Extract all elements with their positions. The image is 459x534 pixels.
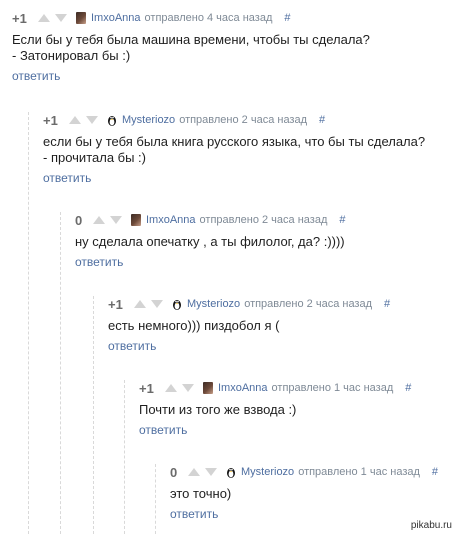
comment-text: ну сделала опечатку , а ты филолог, да? … [75,234,345,249]
comment-text: если бы у тебя была книга русского языка… [43,134,426,165]
author-name[interactable]: Mysteriozo [241,466,294,478]
permalink[interactable]: # [339,214,345,226]
avatar[interactable] [76,12,86,24]
comment-header: 0 Mysteriozo отправлено 1 час назад # [170,464,459,480]
permalink[interactable]: # [384,298,390,310]
downvote-icon[interactable] [110,216,122,224]
comment-timestamp: отправлено 2 часа назад [179,114,308,126]
upvote-icon[interactable] [188,468,200,476]
comment-header: +1 Mysteriozo отправлено 2 часа назад # [108,296,459,312]
comment-timestamp: отправлено 2 часа назад [199,214,328,226]
comment: +1 ImxoAnna отправлено 4 часа назад # Ес… [12,10,459,85]
penguin-icon[interactable] [107,114,117,126]
comment-timestamp: отправлено 1 час назад [271,382,394,394]
downvote-icon[interactable] [55,14,67,22]
comment-header: 0 ImxoAnna отправлено 2 часа назад # [75,212,459,228]
comment-rating: +1 [108,296,123,312]
comment-timestamp: отправлено 1 час назад [298,466,420,478]
thread-guide[interactable] [28,112,29,534]
author-name[interactable]: ImxoAnna [91,12,141,24]
comment-text: это точно) [170,486,232,501]
penguin-icon[interactable] [172,298,182,310]
comment-header: +1 Mysteriozo отправлено 2 часа назад # [43,112,459,128]
comment-header: +1 ImxoAnna отправлено 4 часа назад # [12,10,459,26]
reply-link[interactable]: ответить [108,339,156,353]
comment-rating: 0 [75,212,83,228]
thread-guide[interactable] [93,296,94,534]
comment-text: Почти из того же взвода :) [139,402,297,417]
reply-link[interactable]: ответить [43,171,91,185]
comment-timestamp: отправлено 2 часа назад [244,298,373,310]
permalink[interactable]: # [319,114,325,126]
comment-header: +1 ImxoAnna отправлено 1 час назад # [139,380,459,396]
avatar[interactable] [131,214,141,226]
permalink[interactable]: # [432,466,438,478]
downvote-icon[interactable] [205,468,217,476]
upvote-icon[interactable] [69,116,81,124]
avatar[interactable] [203,382,213,394]
downvote-icon[interactable] [151,300,163,308]
reply-link[interactable]: ответить [12,69,60,83]
author-name[interactable]: ImxoAnna [146,214,196,226]
comment-rating: 0 [170,464,178,480]
comment-timestamp: отправлено 4 часа назад [144,12,273,24]
upvote-icon[interactable] [93,216,105,224]
comment-thread: +1 ImxoAnna отправлено 4 часа назад # Ес… [0,0,459,534]
author-name[interactable]: Mysteriozo [122,114,175,126]
downvote-icon[interactable] [86,116,98,124]
comment-rating: +1 [12,10,27,26]
thread-guide[interactable] [60,212,61,534]
upvote-icon[interactable] [134,300,146,308]
thread-guide[interactable] [124,380,125,534]
upvote-icon[interactable] [165,384,177,392]
comment-text: есть немного))) пиздобол я ( [108,318,280,333]
penguin-icon[interactable] [226,466,236,478]
permalink[interactable]: # [284,12,290,24]
downvote-icon[interactable] [182,384,194,392]
reply-link[interactable]: ответить [139,423,187,437]
author-name[interactable]: ImxoAnna [218,382,268,394]
comment-text: Если бы у тебя была машина времени, чтоб… [12,32,370,63]
permalink[interactable]: # [405,382,411,394]
reply-link[interactable]: ответить [75,255,123,269]
thread-guide[interactable] [155,464,156,534]
reply-link[interactable]: ответить [170,507,218,521]
upvote-icon[interactable] [38,14,50,22]
comment-rating: +1 [139,380,154,396]
comment-rating: +1 [43,112,58,128]
author-name[interactable]: Mysteriozo [187,298,240,310]
site-watermark: pikabu.ru [407,519,455,532]
